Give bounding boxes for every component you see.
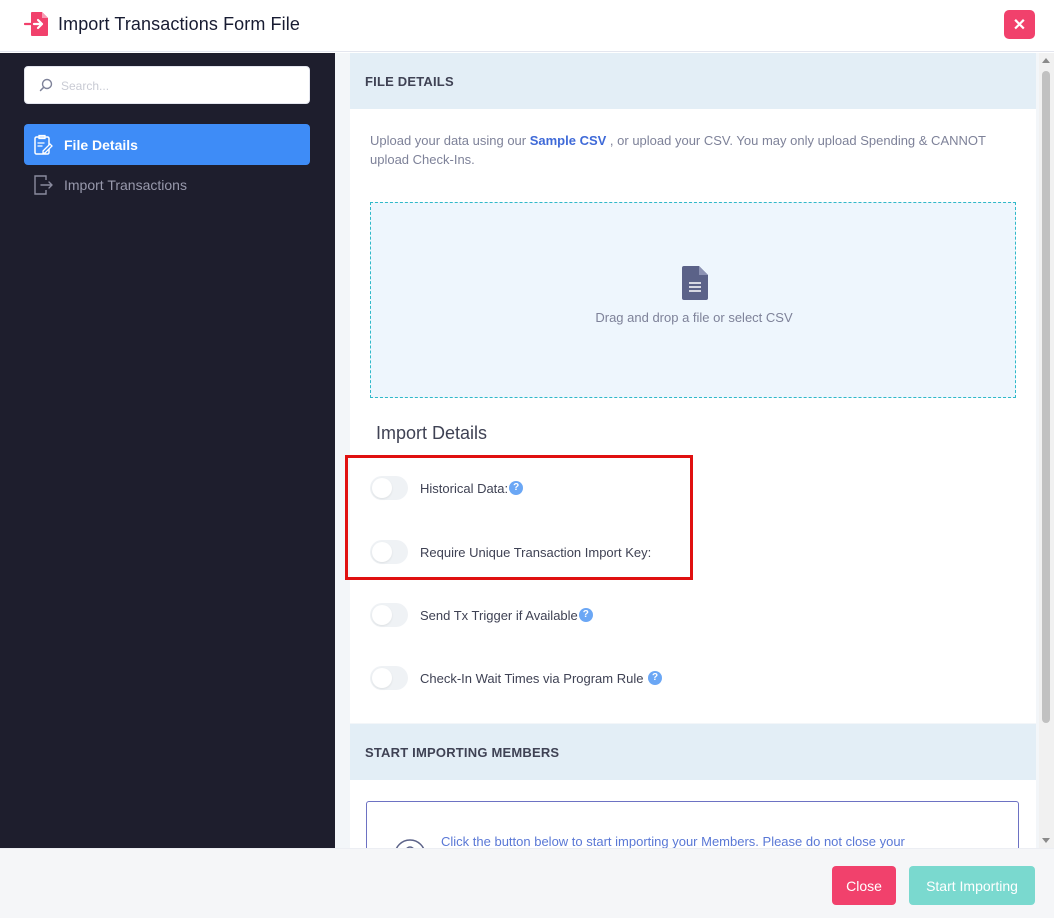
scroll-down-arrow-icon[interactable] bbox=[1042, 838, 1050, 843]
close-icon[interactable]: ✕ bbox=[1004, 10, 1035, 39]
search-icon bbox=[39, 78, 53, 92]
scrollbar-thumb[interactable] bbox=[1042, 71, 1050, 723]
checkin-wait-row: Check-In Wait Times via Program Rule ? bbox=[370, 666, 663, 690]
toggle-knob bbox=[372, 605, 392, 625]
sidebar-item-label: Import Transactions bbox=[64, 176, 187, 193]
modal-title: Import Transactions Form File bbox=[58, 14, 300, 34]
scroll-up-arrow-icon[interactable] bbox=[1042, 58, 1050, 63]
file-details-card: Upload your data using our Sample CSV , … bbox=[350, 109, 1036, 723]
help-icon[interactable]: ? bbox=[578, 607, 593, 622]
document-icon bbox=[682, 266, 708, 300]
import-file-icon bbox=[24, 12, 48, 36]
toggle-label: Check-In Wait Times via Program Rule ? bbox=[420, 670, 663, 686]
checkin-wait-label: Check-In Wait Times via Program Rule bbox=[420, 670, 644, 686]
tx-trigger-row: Send Tx Trigger if Available? bbox=[370, 603, 593, 627]
modal-header: Import Transactions Form File ✕ bbox=[0, 0, 1054, 52]
help-icon[interactable]: ? bbox=[648, 670, 663, 685]
upload-instructions: Upload your data using our Sample CSV , … bbox=[370, 131, 1010, 169]
members-info-text: Click the button below to start importin… bbox=[441, 834, 905, 848]
checkin-wait-toggle[interactable] bbox=[370, 666, 408, 690]
user-circle-icon bbox=[395, 839, 425, 848]
section-title: START IMPORTING MEMBERS bbox=[365, 745, 560, 760]
import-details-title: Import Details bbox=[376, 423, 488, 443]
members-info-box: Click the button below to start importin… bbox=[366, 801, 1019, 848]
start-importing-section-header: START IMPORTING MEMBERS bbox=[350, 724, 1036, 780]
tx-trigger-label: Send Tx Trigger if Available bbox=[420, 607, 578, 623]
sidebar-item-import-transactions[interactable]: Import Transactions bbox=[24, 164, 310, 205]
modal-footer: Close Start Importing bbox=[0, 848, 1054, 918]
file-details-icon bbox=[34, 134, 53, 155]
close-button[interactable]: Close bbox=[832, 866, 896, 905]
sample-csv-link[interactable]: Sample CSV bbox=[530, 133, 607, 148]
search-input[interactable] bbox=[61, 76, 301, 96]
section-title: FILE DETAILS bbox=[365, 74, 454, 89]
start-importing-button[interactable]: Start Importing bbox=[909, 866, 1035, 905]
toggle-label: Send Tx Trigger if Available? bbox=[420, 607, 593, 623]
search-box[interactable] bbox=[24, 66, 310, 104]
sidebar-item-label: File Details bbox=[64, 136, 138, 153]
export-icon bbox=[34, 175, 53, 195]
scrollbar[interactable] bbox=[1039, 53, 1054, 848]
dropzone-text: Drag and drop a file or select CSV bbox=[595, 310, 793, 325]
intro-text: Upload your data using our bbox=[370, 133, 530, 148]
sidebar-item-file-details[interactable]: File Details bbox=[24, 124, 310, 165]
toggle-knob bbox=[372, 668, 392, 688]
tx-trigger-toggle[interactable] bbox=[370, 603, 408, 627]
main-content: FILE DETAILS Upload your data using our … bbox=[335, 53, 1039, 848]
sidebar: File Details Import Transactions bbox=[0, 53, 335, 848]
file-details-section-header: FILE DETAILS bbox=[350, 53, 1036, 109]
csv-dropzone[interactable]: Drag and drop a file or select CSV bbox=[370, 202, 1016, 398]
highlight-box bbox=[345, 455, 693, 580]
